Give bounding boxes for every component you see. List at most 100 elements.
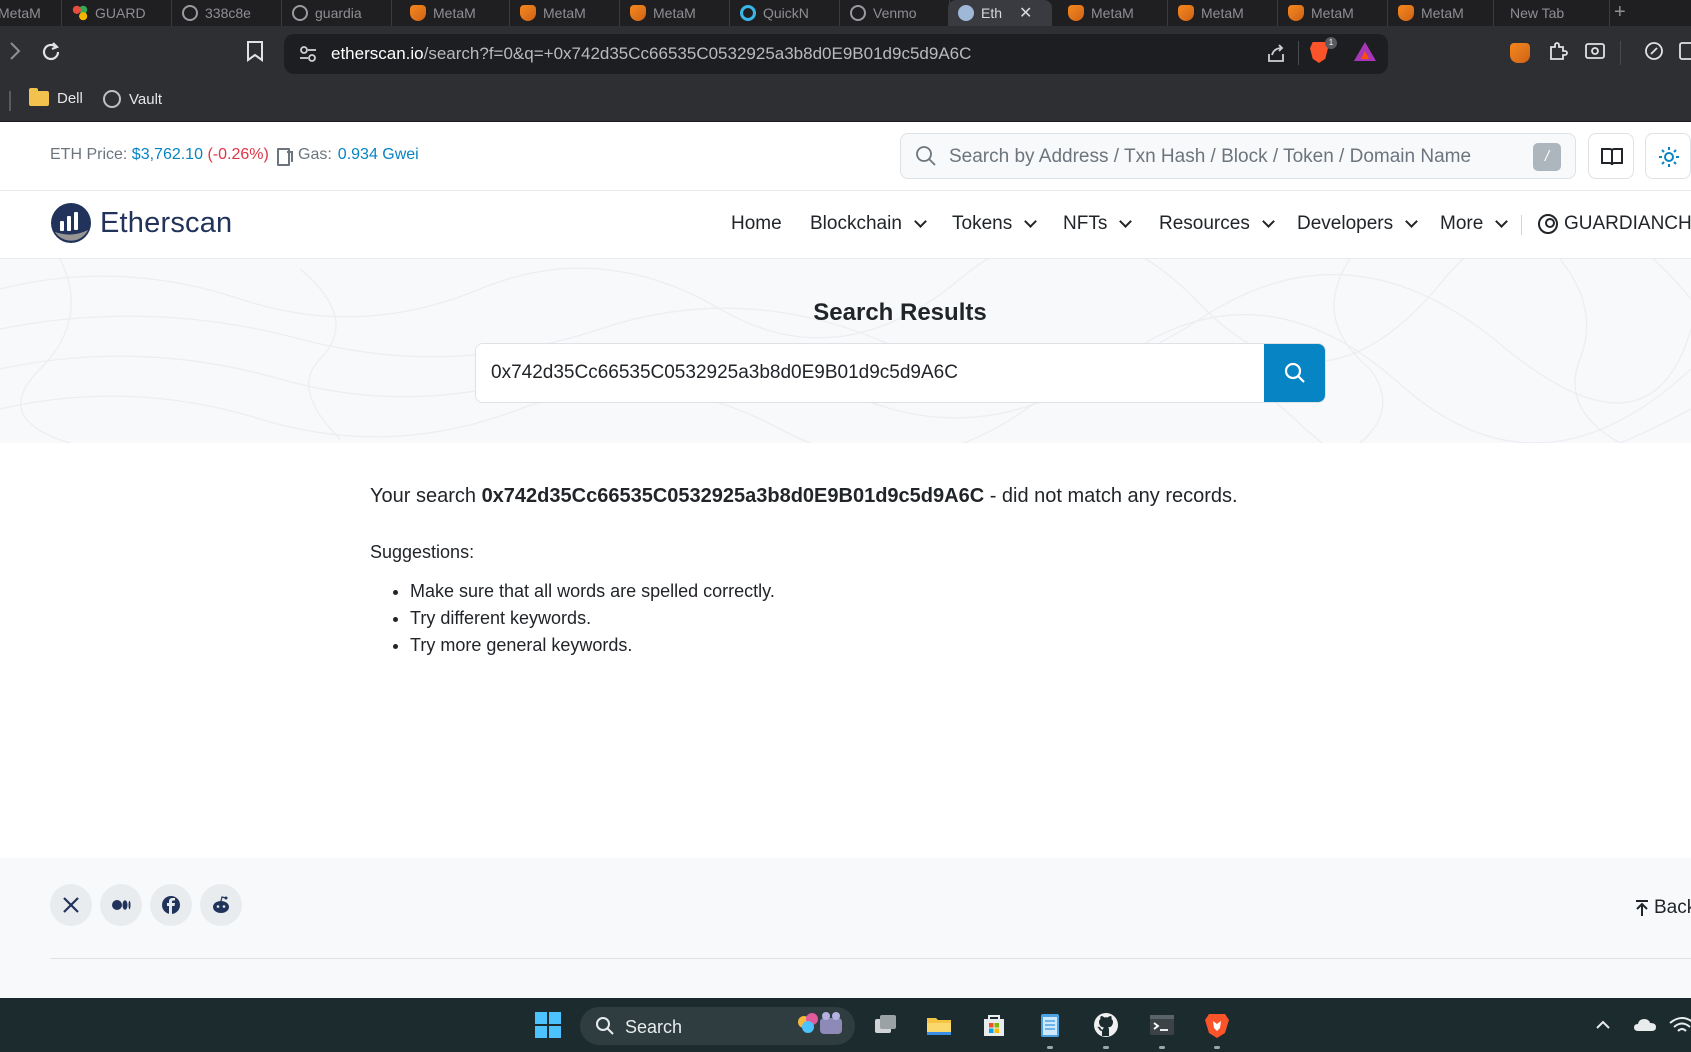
- browser-tab[interactable]: MetaM: [1278, 0, 1388, 26]
- browser-tab[interactable]: Venmo: [840, 0, 950, 26]
- bookmark-icon[interactable]: [246, 40, 264, 68]
- nav-label: Blockchain: [810, 213, 902, 234]
- site-navbar: Etherscan Home Blockchain Tokens NFTs Re…: [0, 191, 1691, 259]
- nav-home[interactable]: Home: [731, 213, 782, 235]
- chevron-up-icon[interactable]: [1595, 1011, 1611, 1039]
- chevron-down-icon: [914, 215, 927, 228]
- brave-browser-icon[interactable]: [1203, 1011, 1231, 1039]
- etherscan-icon: [958, 5, 974, 21]
- new-tab-plus-icon[interactable]: +: [1614, 0, 1626, 26]
- windows-start-icon[interactable]: [534, 1011, 562, 1039]
- tab-label: MetaM: [0, 5, 41, 21]
- metamask-extension-icon[interactable]: [1510, 43, 1530, 63]
- nav-more[interactable]: More: [1440, 213, 1509, 235]
- nav-tokens[interactable]: Tokens: [952, 213, 1038, 235]
- running-indicator: [1103, 1046, 1109, 1049]
- browser-tab[interactable]: New Tab: [1500, 0, 1610, 26]
- metamask-icon: [1178, 5, 1194, 21]
- nav-user-label: GUARDIANCHA: [1564, 213, 1691, 234]
- tab-label: MetaM: [1201, 5, 1244, 21]
- site-footer: Back: [0, 858, 1691, 998]
- microsoft-store-icon[interactable]: [980, 1011, 1008, 1039]
- address-bar[interactable]: etherscan.io/search?f=0&q=+0x742d35Cc665…: [284, 34, 1388, 74]
- bookmark-dell[interactable]: Dell: [29, 88, 83, 107]
- browser-tab[interactable]: QuickN: [730, 0, 840, 26]
- notepad-icon[interactable]: [1036, 1011, 1064, 1039]
- gas-tracker[interactable]: Gas: 0.934 Gwei: [276, 146, 419, 166]
- nav-developers[interactable]: Developers: [1297, 213, 1418, 235]
- chevron-down-icon: [1495, 215, 1509, 228]
- results-search-box: [475, 343, 1326, 403]
- suggestion-item: Try more general keywords.: [410, 632, 1370, 659]
- taskbar-search-label: Search: [625, 1017, 683, 1037]
- suggestions-heading: Suggestions:: [370, 542, 475, 562]
- browser-tab[interactable]: 338c8e: [172, 0, 282, 26]
- results-search-input[interactable]: [476, 344, 1265, 402]
- nav-label: Tokens: [952, 213, 1013, 234]
- site-search-box[interactable]: Search by Address / Txn Hash / Block / T…: [900, 133, 1576, 179]
- browser-tab[interactable]: MetaM: [400, 0, 510, 26]
- results-search-button[interactable]: [1264, 344, 1325, 402]
- nav-user-account[interactable]: GUARDIANCHA: [1538, 213, 1691, 235]
- browser-tab[interactable]: MetaM: [1388, 0, 1494, 26]
- search-results-content: Your search 0x742d35Cc66535C0532925a3b8d…: [370, 485, 1370, 659]
- reading-mode-button[interactable]: [1588, 133, 1634, 179]
- file-explorer-icon[interactable]: [925, 1011, 953, 1039]
- reddit-link[interactable]: [200, 884, 242, 926]
- sidebar-icon[interactable]: [1678, 40, 1691, 68]
- eth-price-label: ETH Price:: [50, 146, 128, 163]
- browser-tab[interactable]: MetaM: [510, 0, 620, 26]
- book-icon: [1601, 148, 1623, 166]
- metamask-icon: [410, 5, 426, 21]
- taskbar-search[interactable]: Search: [580, 1007, 855, 1045]
- nav-resources[interactable]: Resources: [1159, 213, 1275, 235]
- eth-price-value[interactable]: $3,762.10: [132, 146, 203, 163]
- nav-blockchain[interactable]: Blockchain: [810, 213, 927, 235]
- page-title: Search Results: [813, 299, 987, 326]
- sun-icon: [1659, 147, 1679, 167]
- facebook-link[interactable]: [150, 884, 192, 926]
- browser-tab-active[interactable]: Eth ✕: [948, 0, 1052, 26]
- reload-icon[interactable]: [39, 40, 63, 70]
- wifi-icon[interactable]: [1668, 1011, 1691, 1039]
- screenshot-icon[interactable]: [1584, 40, 1606, 68]
- forward-icon[interactable]: [8, 40, 22, 68]
- no-match-message: Your search 0x742d35Cc66535C0532925a3b8d…: [370, 485, 1370, 508]
- medium-link[interactable]: [100, 884, 142, 926]
- bookmark-vault[interactable]: Vault: [103, 90, 162, 108]
- folder-icon: [29, 88, 49, 106]
- site-settings-icon[interactable]: [298, 44, 318, 64]
- browser-tab[interactable]: MetaM: [1168, 0, 1278, 26]
- back-to-top-link[interactable]: Back: [1634, 897, 1691, 919]
- etherscan-logo[interactable]: Etherscan: [50, 202, 232, 244]
- browser-tab[interactable]: GUARD: [62, 0, 172, 26]
- gas-value[interactable]: 0.934 Gwei: [338, 146, 419, 164]
- tab-label: MetaM: [543, 5, 586, 21]
- search-icon: [1284, 362, 1305, 383]
- nav-label: NFTs: [1063, 213, 1108, 234]
- venmo-icon: [850, 5, 866, 21]
- extensions-icon[interactable]: [1547, 40, 1569, 68]
- message-prefix: Your search: [370, 485, 476, 507]
- close-tab-icon[interactable]: ✕: [1019, 3, 1032, 23]
- share-icon[interactable]: [1266, 44, 1286, 64]
- browser-tab[interactable]: MetaM: [620, 0, 730, 26]
- bookmarks-bar: Dell Vault: [0, 80, 1691, 122]
- tab-label: MetaM: [1421, 5, 1464, 21]
- windows-taskbar: Search: [0, 998, 1691, 1052]
- nav-label: Resources: [1159, 213, 1250, 234]
- nav-nfts[interactable]: NFTs: [1063, 213, 1133, 235]
- browser-tab[interactable]: MetaM: [1058, 0, 1168, 26]
- chevron-down-icon: [1024, 215, 1038, 228]
- metamask-icon: [520, 5, 536, 21]
- browser-tab[interactable]: guardia: [282, 0, 392, 26]
- terminal-icon[interactable]: [1148, 1011, 1176, 1039]
- x-twitter-link[interactable]: [50, 884, 92, 926]
- task-view-icon[interactable]: [871, 1011, 899, 1039]
- github-desktop-icon[interactable]: [1092, 1011, 1120, 1039]
- browser-tab[interactable]: MetaM: [0, 0, 62, 26]
- leo-ai-icon[interactable]: [1643, 40, 1665, 68]
- theme-toggle-button[interactable]: [1645, 133, 1691, 179]
- nav-label: Developers: [1297, 213, 1394, 234]
- onedrive-cloud-icon[interactable]: [1632, 1011, 1660, 1039]
